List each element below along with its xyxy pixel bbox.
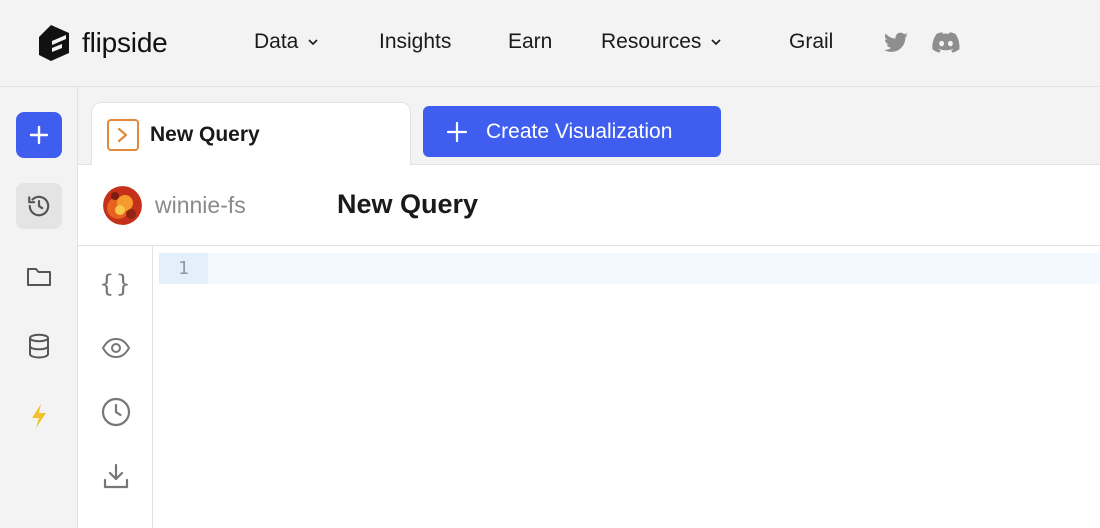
nav-grail[interactable]: Grail [789, 30, 833, 54]
eye-icon [101, 337, 131, 359]
editor-line[interactable]: 1 [159, 253, 1100, 284]
nav-insights[interactable]: Insights [379, 30, 451, 54]
clock-icon [101, 397, 131, 427]
nav-data-label: Data [254, 30, 299, 53]
avatar[interactable] [103, 186, 142, 225]
schedule-button[interactable] [100, 396, 132, 428]
folders-button[interactable] [16, 253, 62, 299]
database-button[interactable] [16, 323, 62, 369]
brand-name: flipside [82, 27, 168, 58]
left-sidebar [0, 87, 78, 528]
query-title[interactable]: New Query [337, 189, 478, 220]
plus-icon [29, 125, 49, 145]
preview-button[interactable] [100, 332, 132, 364]
lightning-icon [32, 404, 46, 428]
nav-resources[interactable]: Resources [601, 30, 723, 54]
database-icon [29, 333, 49, 359]
nav-grail-label: Grail [789, 30, 834, 53]
create-visualization-label: Create Visualization [486, 119, 673, 143]
line-number: 1 [159, 253, 208, 284]
history-button[interactable] [16, 183, 62, 229]
tab-new-query[interactable]: New Query [91, 102, 411, 166]
folder-icon [27, 268, 51, 286]
owner-username[interactable]: winnie-fs [155, 192, 246, 219]
discord-icon[interactable] [932, 30, 960, 56]
braces-icon: {} [99, 270, 133, 298]
flipside-logo[interactable]: flipside [36, 24, 168, 62]
query-tab-strip: New Query Create Visualization [78, 87, 1100, 166]
editor-tool-rail: {} [78, 246, 153, 528]
chevron-down-icon [711, 39, 721, 46]
download-icon [103, 463, 129, 489]
chevron-down-icon [308, 39, 318, 46]
tab-label: New Query [150, 122, 260, 146]
nav-resources-label: Resources [601, 30, 702, 53]
query-header: winnie-fs New Query [78, 165, 1100, 246]
plus-icon [446, 121, 468, 142]
terminal-icon [107, 118, 139, 151]
history-icon [28, 195, 50, 217]
new-query-button[interactable] [16, 112, 62, 158]
nav-data[interactable]: Data [254, 30, 320, 54]
nav-insights-label: Insights [379, 30, 452, 53]
sql-editor[interactable]: 1 [153, 246, 1100, 528]
nav-earn-label: Earn [508, 30, 553, 53]
format-button[interactable]: {} [98, 268, 134, 300]
create-visualization-button[interactable]: Create Visualization [423, 106, 721, 157]
flipside-logo-icon [39, 25, 69, 61]
top-navigation-bar: flipside Data Insights Earn Resources Gr… [0, 0, 1100, 87]
download-button[interactable] [100, 460, 132, 492]
lightning-button[interactable] [16, 393, 62, 439]
twitter-icon[interactable] [882, 30, 910, 56]
nav-earn[interactable]: Earn [508, 30, 552, 54]
